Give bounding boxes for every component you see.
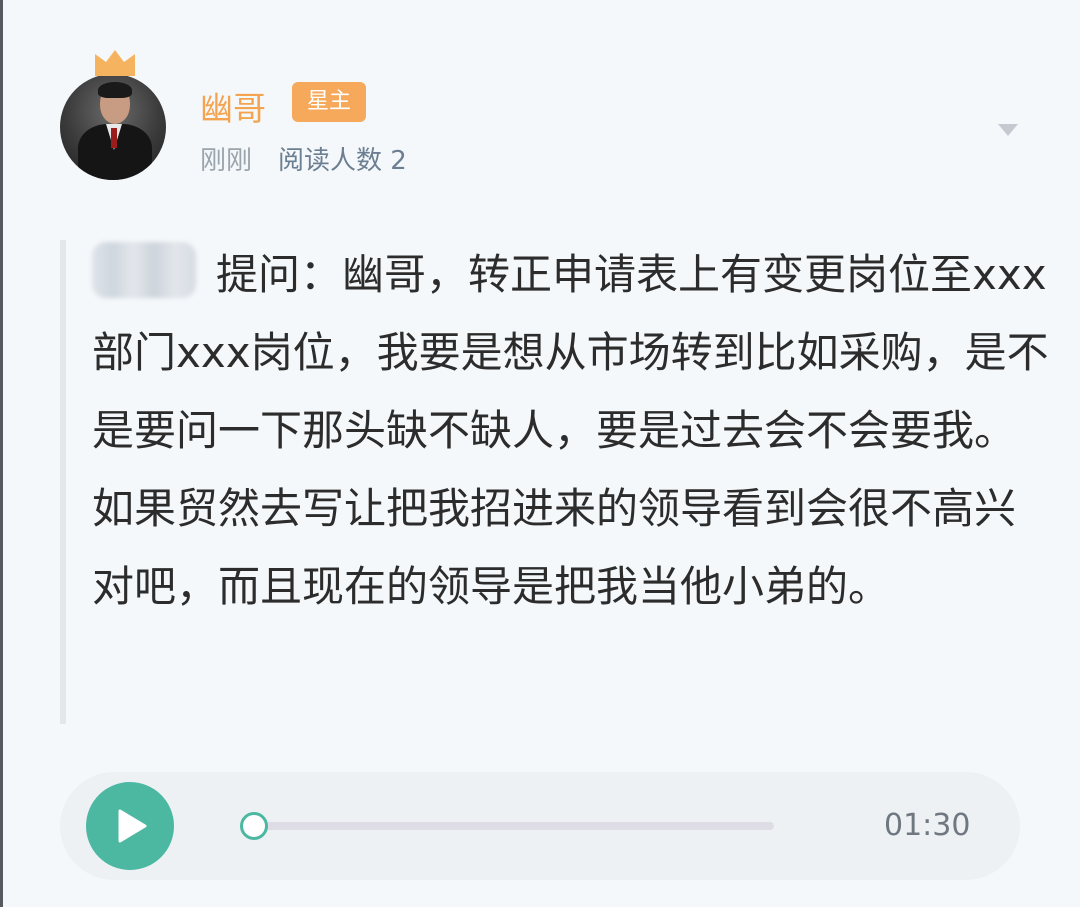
avatar[interactable] [60,74,170,184]
question-text-block: 提问：幽哥，转正申请表上有变更岗位至xxx部门xxx岗位，我要是想从市场转到比如… [92,236,1052,626]
author-name[interactable]: 幽哥 [200,82,266,130]
chevron-down-icon[interactable] [996,122,1020,138]
audio-progress-knob[interactable] [240,812,268,840]
reader-count[interactable]: 阅读人数 2 [278,140,407,177]
quote-bar [60,240,66,724]
post-time: 刚刚 [200,146,253,176]
play-icon [118,809,147,843]
play-button[interactable] [86,782,174,870]
audio-duration: 01:30 [884,808,971,843]
avatar-photo [60,74,166,180]
question-text: 提问：幽哥，转正申请表上有变更岗位至xxx部门xxx岗位，我要是想从市场转到比如… [92,250,1049,611]
crown-icon [95,50,135,76]
audio-progress-track[interactable] [254,822,774,830]
window-edge [0,0,3,907]
owner-badge: 星主 [292,82,366,122]
